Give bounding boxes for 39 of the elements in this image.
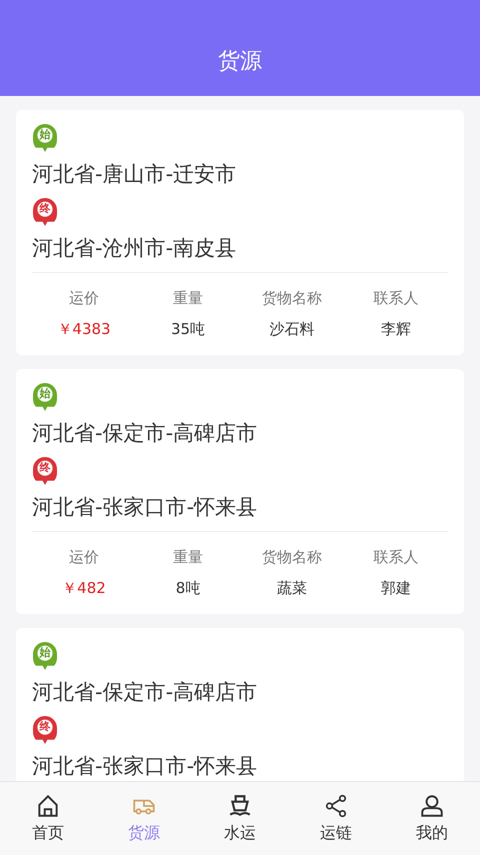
stat-label: 运价 [69, 289, 99, 308]
stat-value: 郭建 [381, 579, 411, 598]
stat-value: 李辉 [381, 320, 411, 339]
nav-tab[interactable]: 运链 [288, 782, 384, 855]
stat-value: 35吨 [170, 320, 206, 339]
start-pin-icon: 始 [33, 642, 57, 670]
cargo-card[interactable]: 始 河北省-保定市-高碑店市 终 河北省-张家口市-怀来县 [16, 628, 464, 781]
address-text: 河北省-保定市-高碑店市 [32, 679, 258, 706]
cargo-card[interactable]: 始 河北省-保定市-高碑店市 终 河北省-张家口市-怀来县 运价 ￥482 重量 8吨 货物名称 蔬菜 联系人 郭建 [16, 369, 464, 614]
nav-tab[interactable]: 首页 [0, 782, 96, 855]
stat-value: 沙石料 [270, 320, 314, 339]
nav-tab[interactable]: 我的 [384, 782, 480, 855]
end-pin-icon: 终 [33, 457, 57, 485]
address-text: 河北省-沧州市-南皮县 [32, 235, 238, 262]
stat-label: 货物名称 [262, 548, 322, 567]
end-pin-icon: 终 [33, 198, 57, 226]
address-text: 河北省-保定市-高碑店市 [32, 420, 258, 447]
stat-label: 运价 [69, 548, 99, 567]
stat-label: 联系人 [374, 289, 418, 308]
page-title: 货源 [218, 48, 262, 76]
stat-value: 8吨 [176, 579, 200, 598]
cargo-card[interactable]: 始 河北省-唐山市-迁安市 终 河北省-沧州市-南皮县 运价 ￥4383 重量 35吨 货物名称 沙石料 联系人 李辉 [16, 110, 464, 355]
stat-label: 联系人 [374, 548, 418, 567]
nav-tab[interactable]: 水运 [192, 782, 288, 855]
address-text: 河北省-张家口市-怀来县 [32, 494, 258, 521]
person-icon [419, 793, 445, 819]
stat-label: 货物名称 [262, 289, 322, 308]
stat-value: 蔬菜 [277, 579, 307, 598]
ship-icon [227, 793, 253, 819]
start-pin-icon: 始 [33, 124, 57, 152]
stat-label: 重量 [173, 289, 203, 308]
start-pin-icon: 始 [33, 383, 57, 411]
share-icon [323, 793, 349, 819]
price-value: ￥4383 [57, 320, 111, 339]
stat-label: 重量 [173, 548, 203, 567]
address-text: 河北省-唐山市-迁安市 [32, 161, 238, 188]
end-pin-icon: 终 [33, 716, 57, 744]
price-value: ￥482 [62, 579, 106, 598]
address-text: 河北省-张家口市-怀来县 [32, 753, 258, 780]
